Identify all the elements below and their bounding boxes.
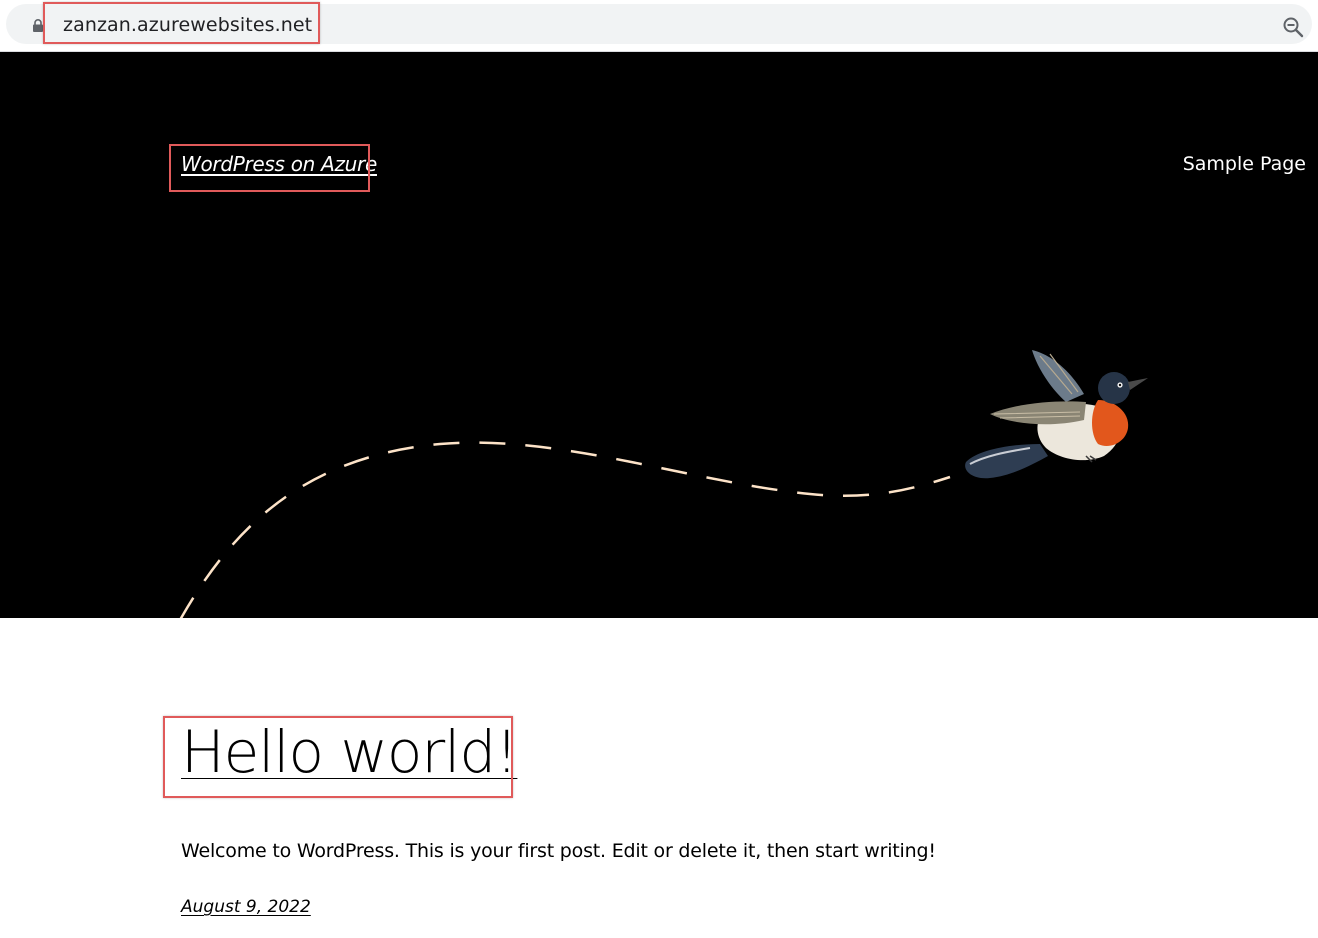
post-date-link[interactable]: August 9, 2022 xyxy=(181,897,311,917)
dashed-flight-path xyxy=(179,441,951,618)
zoom-out-icon[interactable] xyxy=(1282,16,1304,38)
site-title-link[interactable]: WordPress on Azure xyxy=(181,152,377,176)
browser-toolbar: zanzan.azurewebsites.net xyxy=(0,0,1318,52)
flying-bird-icon xyxy=(965,350,1148,479)
url-text[interactable]: zanzan.azurewebsites.net xyxy=(63,14,312,36)
post-title-link[interactable]: Hello world! xyxy=(181,718,518,786)
address-bar[interactable]: zanzan.azurewebsites.net xyxy=(6,4,1312,44)
nav-sample-page[interactable]: Sample Page xyxy=(1183,153,1306,175)
flight-path-illustration xyxy=(179,350,1148,618)
site-header-hero: WordPress on Azure Sample Page xyxy=(0,52,1318,618)
post-excerpt: Welcome to WordPress. This is your first… xyxy=(181,840,936,862)
lock-icon[interactable] xyxy=(32,19,44,32)
